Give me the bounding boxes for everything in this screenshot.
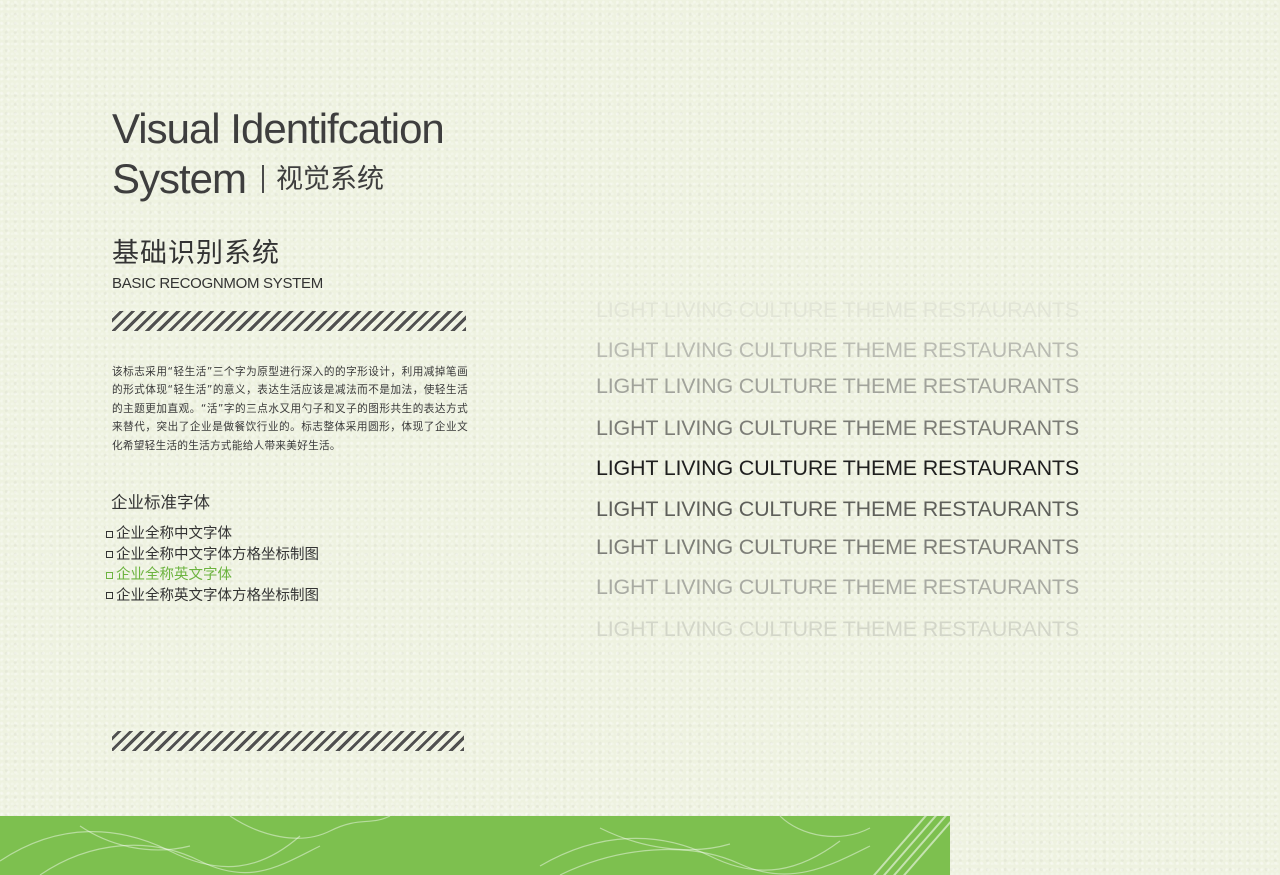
font-list-item-label: 企业全称中文字体方格坐标制图 <box>116 546 319 563</box>
font-sample-line: LIGHT LIVING CULTURE THEME RESTAURANTS <box>596 374 1079 398</box>
description-paragraph: 该标志采用“轻生活”三个字为原型进行深入的的字形设计，利用减掉笔画的形式体现“轻… <box>112 366 468 452</box>
page-title-chinese: 视觉系统 <box>276 163 385 195</box>
font-sample-line: LIGHT LIVING CULTURE THEME RESTAURANTS <box>596 298 1079 322</box>
font-sample-line: LIGHT LIVING CULTURE THEME RESTAURANTS <box>596 535 1079 559</box>
title-divider <box>262 165 265 193</box>
checkbox-square-icon <box>106 551 113 559</box>
stripe-divider-top <box>112 311 466 331</box>
page-title-line2: System <box>112 155 247 202</box>
footer-swirl-decoration <box>0 816 950 875</box>
font-sample-line: LIGHT LIVING CULTURE THEME RESTAURANTS <box>596 497 1079 521</box>
footer-green-band <box>0 816 950 875</box>
stripe-divider-bottom <box>112 731 464 751</box>
font-sample-line: LIGHT LIVING CULTURE THEME RESTAURANTS <box>596 617 1079 641</box>
section-heading: 基础识别系统 <box>112 238 280 269</box>
font-list: 企业全称中文字体企业全称中文字体方格坐标制图 企业全称英文字体企业全称英文字体方格… <box>106 524 319 606</box>
page-title-line2-row: System 视觉系统 <box>112 158 384 200</box>
font-sample-line: LIGHT LIVING CULTURE THEME RESTAURANTS <box>596 456 1079 480</box>
checkbox-square-icon <box>106 592 113 600</box>
font-list-item: 企业全称中文字体方格坐标制图 <box>106 545 319 566</box>
font-sample-line: LIGHT LIVING CULTURE THEME RESTAURANTS <box>596 416 1079 440</box>
checkbox-square-icon <box>106 571 113 579</box>
font-list-item-label: 企业全称英文字体方格坐标制图 <box>116 587 319 604</box>
font-sample-line: LIGHT LIVING CULTURE THEME RESTAURANTS <box>596 338 1079 362</box>
font-list-item: 企业全称中文字体 <box>106 524 319 545</box>
font-list-item-label: 企业全称中文字体 <box>116 526 232 542</box>
section-subheading: BASIC RECOGNMOM SYSTEM <box>112 275 323 292</box>
font-list-item-label: 企业全称英文字体 <box>116 567 232 583</box>
page-title-line1: Visual Identifcation <box>112 105 445 152</box>
font-section-heading: 企业标准字体 <box>111 493 210 512</box>
checkbox-square-icon <box>106 530 113 538</box>
font-list-item: 企业全称英文字体方格坐标制图 <box>106 586 319 607</box>
font-list-item: 企业全称英文字体 <box>106 565 319 586</box>
font-sample-line: LIGHT LIVING CULTURE THEME RESTAURANTS <box>596 575 1079 599</box>
